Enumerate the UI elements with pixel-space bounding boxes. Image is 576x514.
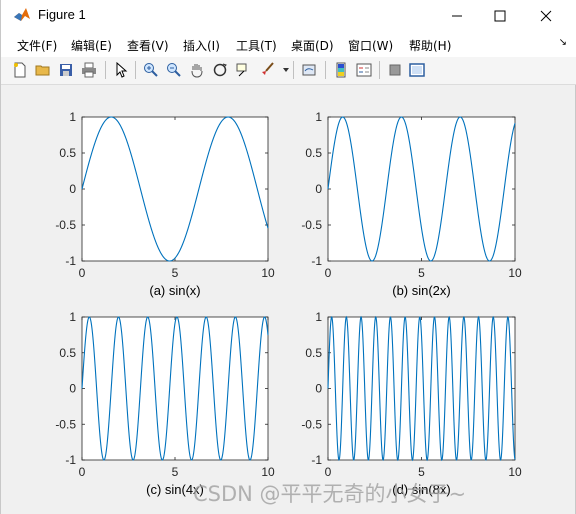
colorbar-icon[interactable] — [331, 60, 351, 80]
axes-box — [81, 116, 269, 262]
x-tick-label: 0 — [79, 465, 86, 479]
toolbar-separator — [325, 61, 326, 79]
menu-bar: 文件(F) 编辑(E) 查看(V) 插入(I) 工具(T) 桌面(D) 窗口(W… — [1, 31, 576, 57]
y-tick-label: 0.5 — [305, 146, 322, 160]
subplot-caption: (a) sin(x) — [149, 283, 200, 298]
figure-window: Figure 1 文件(F) 编辑(E) 查看(V) 插入(I) 工具(T) 桌… — [0, 0, 576, 514]
x-tick-label: 0 — [79, 266, 86, 280]
menu-edit[interactable]: 编辑(E) — [71, 37, 112, 54]
zoom-out-icon[interactable] — [164, 60, 184, 80]
axes-box — [81, 316, 269, 461]
menu-help[interactable]: 帮助(H) — [409, 37, 451, 54]
x-tick-label: 10 — [508, 465, 522, 479]
close-icon — [540, 10, 552, 21]
x-tick-label: 10 — [261, 266, 275, 280]
x-tick-label: 0 — [325, 266, 332, 280]
csdn-watermark: CSDN @平平无奇的小女子~ — [193, 482, 467, 506]
maximize-icon — [494, 10, 506, 21]
menu-desktop[interactable]: 桌面(D) — [291, 37, 334, 54]
figure-canvas: 1 0.5 0 -0.5 -1 0 5 10 (a) sin(x) 1 0.5 0 -0.5 -1 0 5 10… — [9, 85, 569, 505]
subplot-grid: 10.50-0.5-10 5 10(a) sin(x)10.50-0.5-10 5 10… — [55, 110, 522, 497]
menu-tools[interactable]: 工具(T) — [236, 37, 277, 54]
maximize-button[interactable] — [477, 0, 523, 31]
y-tick-label: 0.5 — [305, 346, 322, 360]
close-button[interactable] — [523, 0, 569, 31]
x-tick-label: 5 — [418, 465, 425, 479]
legend-icon[interactable] — [354, 60, 374, 80]
save-icon[interactable] — [56, 60, 76, 80]
menu-file[interactable]: 文件(F) — [17, 37, 57, 54]
brush-icon[interactable] — [257, 60, 277, 80]
y-tick-label: 0.5 — [59, 346, 76, 360]
y-tick-label: -1 — [311, 254, 322, 268]
rotate-3d-icon[interactable] — [210, 60, 230, 80]
y-tick-label: 0 — [69, 382, 76, 396]
toolbar-separator — [105, 61, 106, 79]
toolbar-separator — [379, 61, 380, 79]
y-tick-label: 1 — [69, 310, 76, 324]
y-tick-label: 0 — [315, 382, 322, 396]
y-tick-label: 0 — [315, 182, 322, 196]
y-tick-label: 1 — [315, 110, 322, 124]
link-plot-icon[interactable] — [299, 60, 319, 80]
y-tick-label: -0.5 — [55, 417, 76, 431]
y-tick-label: -1 — [65, 453, 76, 467]
y-tick-label: 1 — [69, 110, 76, 124]
y-tick-label: -1 — [311, 453, 322, 467]
data-cursor-icon[interactable] — [233, 60, 253, 80]
menu-dock-arrow-icon[interactable]: ↘ — [559, 37, 567, 48]
y-tick-label: 1 — [315, 310, 322, 324]
show-plot-tools-icon[interactable] — [407, 60, 427, 80]
pan-hand-icon[interactable] — [187, 60, 207, 80]
toolbar-separator — [135, 61, 136, 79]
y-tick-label: -0.5 — [55, 218, 76, 232]
print-icon[interactable] — [79, 60, 99, 80]
y-tick-label: -1 — [65, 254, 76, 268]
menu-view[interactable]: 查看(V) — [127, 37, 169, 54]
x-tick-label: 10 — [261, 465, 275, 479]
open-folder-icon[interactable] — [33, 60, 53, 80]
matlab-logo-icon — [14, 8, 30, 21]
hide-plot-tools-icon[interactable] — [385, 60, 405, 80]
figure-toolbar — [1, 57, 576, 85]
menu-window[interactable]: 窗口(W) — [348, 37, 393, 54]
y-tick-label: 0 — [69, 182, 76, 196]
minimize-button[interactable] — [434, 0, 480, 31]
y-tick-label: -0.5 — [301, 417, 322, 431]
x-tick-label: 5 — [418, 266, 425, 280]
new-figure-icon[interactable] — [10, 60, 30, 80]
zoom-in-icon[interactable] — [141, 60, 161, 80]
subplot-caption: (b) sin(2x) — [392, 283, 451, 298]
title-bar: Figure 1 — [1, 0, 576, 31]
toolbar-separator — [293, 61, 294, 79]
pointer-icon[interactable] — [111, 60, 131, 80]
x-tick-label: 5 — [172, 266, 179, 280]
minimize-icon — [452, 15, 462, 16]
x-tick-label: 10 — [508, 266, 522, 280]
axes-box — [327, 116, 516, 262]
y-tick-label: 0.5 — [59, 146, 76, 160]
x-tick-label: 0 — [325, 465, 332, 479]
x-tick-label: 5 — [172, 465, 179, 479]
menu-insert[interactable]: 插入(I) — [183, 37, 220, 54]
y-tick-label: -0.5 — [301, 218, 322, 232]
window-title: Figure 1 — [38, 7, 86, 22]
